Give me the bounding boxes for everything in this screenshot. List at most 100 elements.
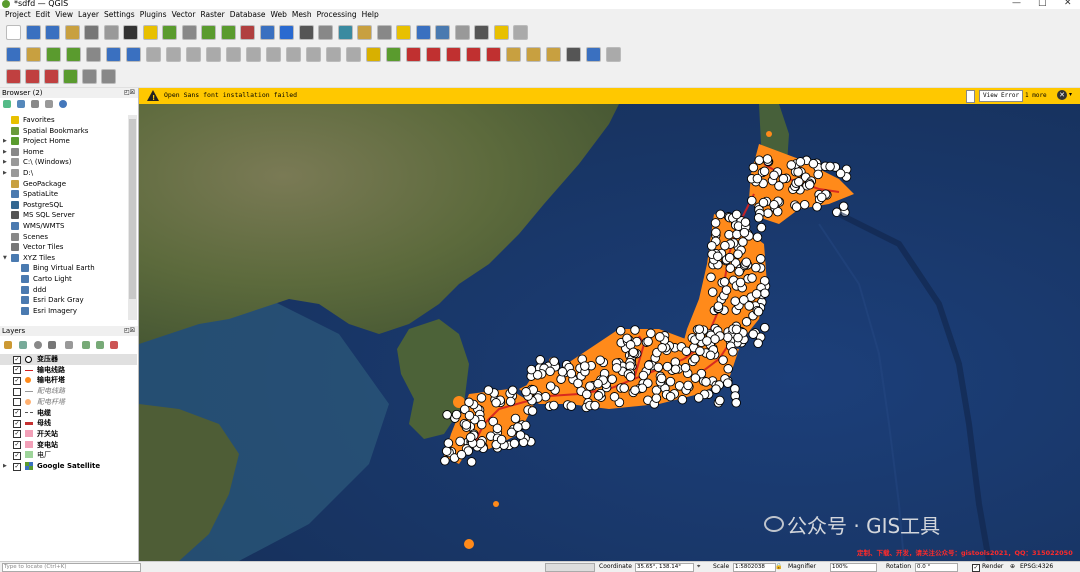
toolbar-tool-icon[interactable]	[126, 47, 141, 62]
info-icon[interactable]	[59, 100, 67, 108]
minimize-button[interactable]: —	[1012, 0, 1021, 8]
toolbar-tool-icon[interactable]	[426, 47, 441, 62]
toolbar-tool-icon[interactable]	[46, 47, 61, 62]
chevron-down-icon[interactable]: ▾	[1069, 91, 1072, 98]
browser-item[interactable]: Esri Imagery	[0, 306, 128, 317]
menu-view[interactable]: View	[55, 9, 73, 21]
view-error-button[interactable]: View Error	[979, 90, 1024, 102]
layer-item[interactable]: ✓ 电缆	[0, 408, 137, 419]
browser-item[interactable]: ▼ XYZ Tiles	[0, 253, 128, 264]
toolbar-tool-icon[interactable]	[162, 25, 177, 40]
toolbar-tool-icon[interactable]	[396, 25, 411, 40]
layer-item[interactable]: 配电线路	[0, 386, 137, 397]
layer-visibility-checkbox[interactable]: ✓	[13, 419, 21, 428]
filter-expression-icon[interactable]	[65, 341, 73, 349]
toolbar-tool-icon[interactable]	[6, 47, 21, 62]
expand-down-icon[interactable]: ▼	[3, 253, 7, 264]
layer-item[interactable]: ▶ ✓ Google Satellite	[0, 461, 137, 472]
lock-scale-icon[interactable]: 🔒	[775, 563, 782, 570]
toolbar-tool-icon[interactable]	[286, 47, 301, 62]
toolbar-tool-icon[interactable]	[101, 69, 116, 84]
toolbar-tool-icon[interactable]	[123, 25, 138, 40]
browser-item[interactable]: Favorites	[0, 115, 128, 126]
toolbar-tool-icon[interactable]	[435, 25, 450, 40]
map-canvas[interactable]: 公众号 · GIS工具 定制、下载、开发，请关注公众号：gistools2021…	[139, 104, 1080, 561]
toolbar-tool-icon[interactable]	[259, 25, 275, 40]
browser-item[interactable]: Esri Dark Gray	[0, 295, 128, 306]
layer-visibility-checkbox[interactable]	[13, 387, 21, 396]
collapse-all-icon[interactable]	[45, 100, 53, 108]
add-selected-icon[interactable]	[3, 100, 11, 108]
browser-scroll-thumb[interactable]	[129, 119, 136, 299]
layer-item[interactable]: ✓ 输电线路	[0, 365, 137, 376]
layer-item[interactable]: ✓ 母线	[0, 418, 137, 429]
layer-visibility-checkbox[interactable]: ✓	[13, 409, 21, 417]
layer-item[interactable]: ✓ 开关站	[0, 429, 137, 440]
layer-visibility-checkbox[interactable]: ✓	[13, 441, 21, 450]
toolbar-tool-icon[interactable]	[526, 47, 541, 62]
browser-item[interactable]: Carto Light	[0, 274, 128, 285]
toolbar-tool-icon[interactable]	[25, 69, 40, 84]
panel-float-close-icon[interactable]: ◰☒	[124, 326, 135, 336]
crs-icon[interactable]: ⊕	[1010, 563, 1015, 570]
remove-layer-icon[interactable]	[110, 341, 118, 349]
layer-visibility-checkbox[interactable]: ✓	[13, 355, 21, 364]
close-button[interactable]: ✕	[1064, 0, 1072, 8]
visibility-icon[interactable]	[34, 341, 42, 349]
menu-settings[interactable]: Settings	[104, 9, 135, 21]
message-menu-icon[interactable]	[966, 90, 975, 103]
toolbar-tool-icon[interactable]	[318, 25, 333, 40]
more-messages-label[interactable]: 1 more	[1025, 92, 1047, 99]
crs-label[interactable]: EPSG:4326	[1020, 563, 1053, 570]
layer-visibility-checkbox[interactable]: ✓	[13, 430, 21, 439]
toolbar-tool-icon[interactable]	[45, 25, 60, 40]
expand-right-icon[interactable]: ▶	[3, 136, 7, 147]
toolbar-tool-icon[interactable]	[63, 69, 78, 84]
toolbar-tool-icon[interactable]	[186, 47, 201, 62]
toolbar-tool-icon[interactable]	[415, 25, 431, 40]
toolbar-tool-icon[interactable]	[586, 47, 601, 62]
close-message-icon[interactable]: ✕	[1057, 90, 1067, 100]
expand-right-icon[interactable]: ▶	[3, 147, 7, 158]
toolbar-tool-icon[interactable]	[566, 47, 581, 62]
toolbar-tool-icon[interactable]	[240, 25, 255, 40]
toolbar-tool-icon[interactable]	[446, 47, 461, 62]
browser-item[interactable]: Spatial Bookmarks	[0, 126, 128, 137]
toolbar-tool-icon[interactable]	[166, 47, 181, 62]
menu-web[interactable]: Web	[270, 9, 286, 21]
toolbar-tool-icon[interactable]	[201, 25, 216, 40]
refresh-icon[interactable]	[17, 100, 25, 108]
toolbar-tool-icon[interactable]	[474, 25, 489, 40]
collapse-all-layers-icon[interactable]	[96, 341, 104, 349]
browser-item[interactable]: Vector Tiles	[0, 242, 128, 253]
style-icon[interactable]	[4, 341, 12, 349]
toolbar-tool-icon[interactable]	[44, 69, 59, 84]
maximize-button[interactable]: □	[1038, 0, 1047, 8]
toolbar-tool-icon[interactable]	[86, 47, 101, 62]
toolbar-tool-icon[interactable]	[326, 47, 341, 62]
toolbar-tool-icon[interactable]	[206, 47, 221, 62]
browser-item[interactable]: ddd	[0, 285, 128, 296]
toolbar-tool-icon[interactable]	[486, 47, 501, 62]
toolbar-tool-icon[interactable]	[66, 47, 81, 62]
toolbar-tool-icon[interactable]	[246, 47, 261, 62]
toolbar-tool-icon[interactable]	[181, 25, 197, 40]
toolbar-tool-icon[interactable]	[506, 47, 521, 62]
expand-right-icon[interactable]: ▶	[3, 157, 7, 168]
browser-item[interactable]: MS SQL Server	[0, 210, 128, 221]
layer-visibility-checkbox[interactable]: ✓	[13, 376, 21, 385]
filter-legend-icon[interactable]	[48, 341, 56, 349]
toolbar-tool-icon[interactable]	[513, 25, 528, 40]
layer-item[interactable]: ✓ 变电站	[0, 440, 137, 451]
expand-right-icon[interactable]: ▶	[3, 461, 7, 472]
toolbar-tool-icon[interactable]	[103, 25, 119, 40]
toolbar-tool-icon[interactable]	[466, 47, 481, 62]
menu-vector[interactable]: Vector	[172, 9, 196, 21]
browser-item[interactable]: Scenes	[0, 232, 128, 243]
toolbar-tool-icon[interactable]	[266, 47, 281, 62]
toolbar-tool-icon[interactable]	[493, 25, 509, 40]
layer-visibility-checkbox[interactable]: ✓	[13, 366, 21, 375]
layer-visibility-checkbox[interactable]	[13, 398, 21, 407]
menu-layer[interactable]: Layer	[78, 9, 99, 21]
toggle-extents-icon[interactable]: ⌖	[697, 563, 700, 571]
